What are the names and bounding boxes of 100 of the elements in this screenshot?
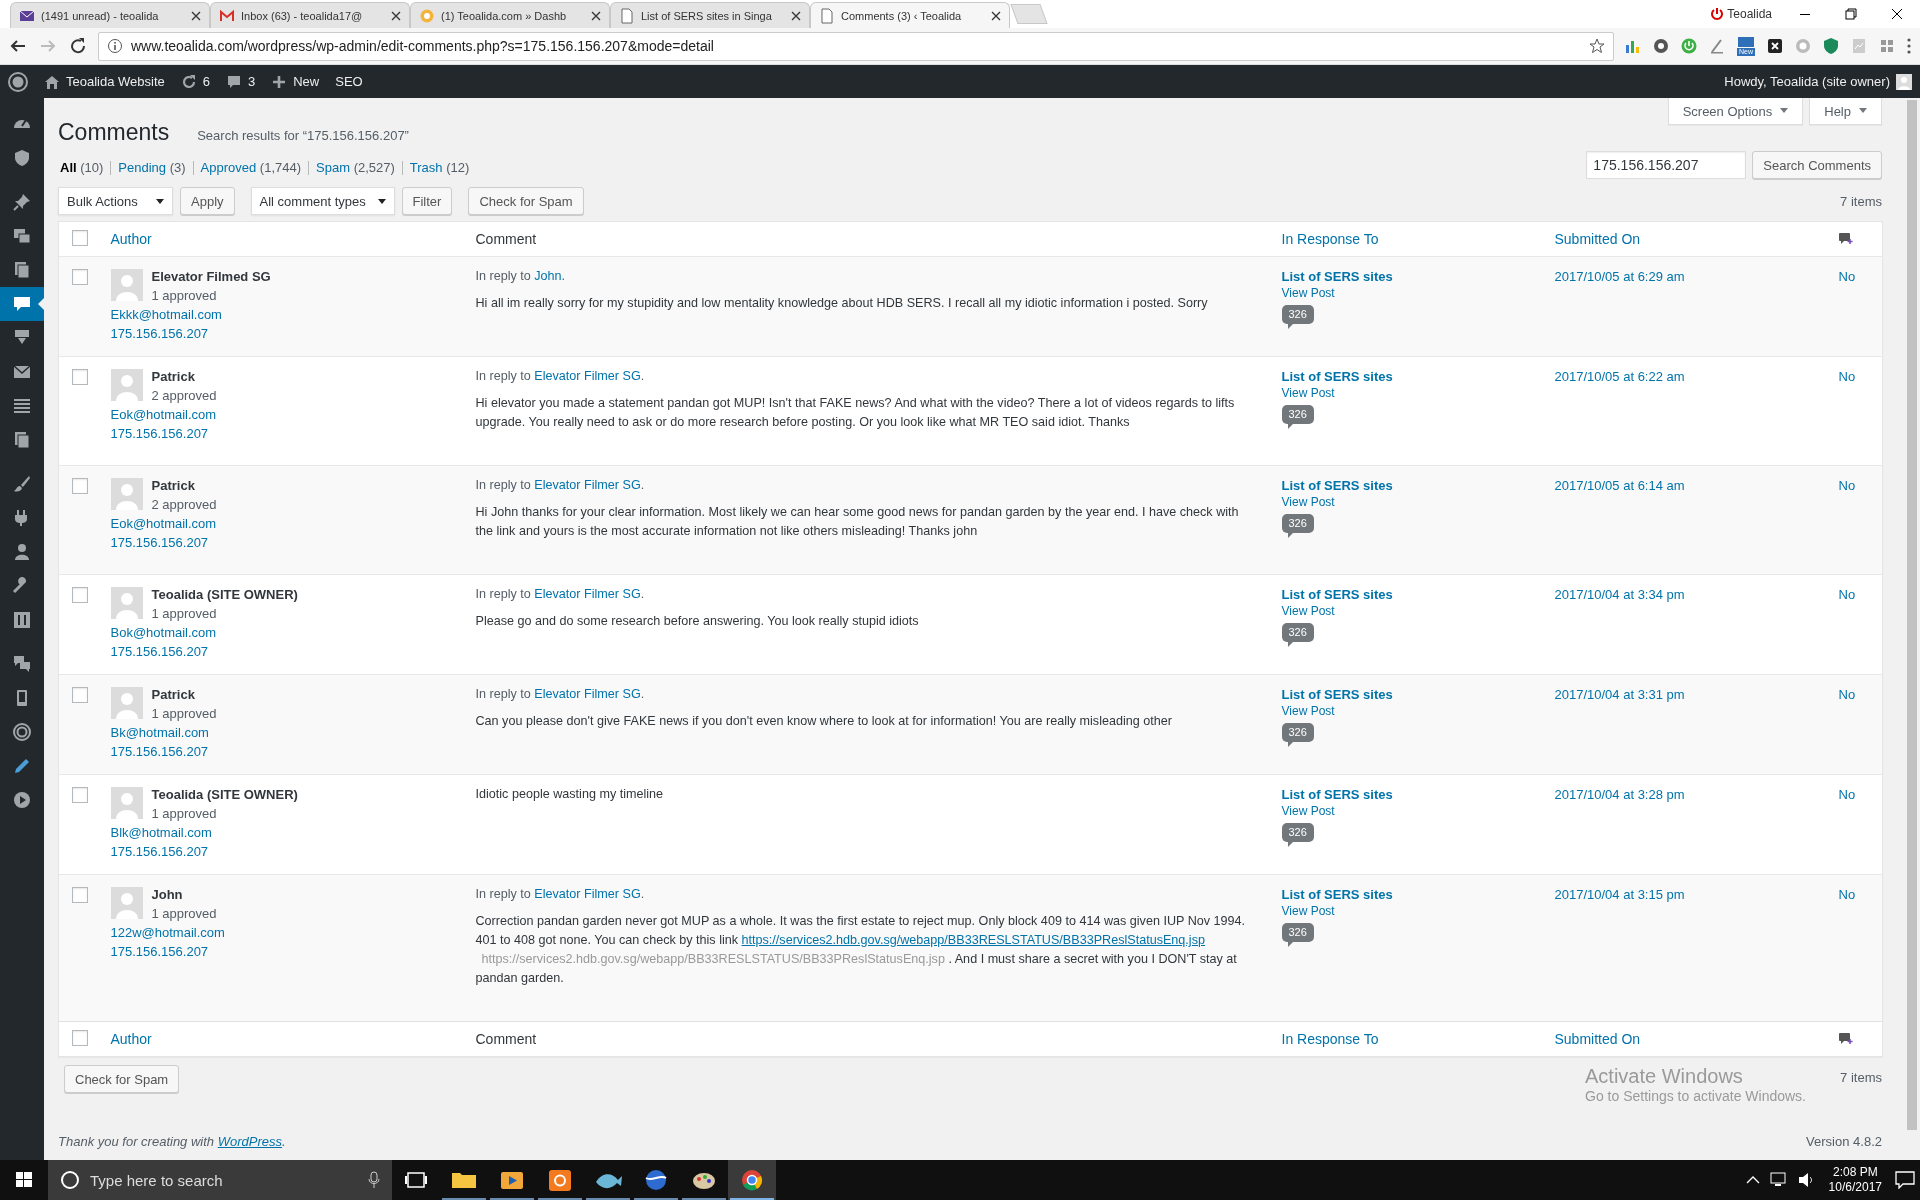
address-bar[interactable]: www.teoalida.com/wordpress/wp-admin/edit-comments.php?s=175.156.156.207&mode=detail <box>98 31 1614 61</box>
filter-link[interactable]: Approved (1,744) <box>192 161 309 175</box>
power-icon[interactable] <box>1680 37 1698 55</box>
reply-link[interactable]: Elevator Filmer SG <box>534 587 641 601</box>
close-icon[interactable] <box>191 10 201 21</box>
select-all-checkbox[interactable] <box>71 1030 88 1046</box>
browser-tab[interactable]: Comments (3) ‹ Teoalida <box>810 2 1010 28</box>
view-post-link[interactable]: View Post <box>1281 804 1535 818</box>
date-link[interactable]: 2017/10/05 at 6:14 am <box>1554 478 1685 493</box>
status-link[interactable]: No <box>1838 369 1856 384</box>
column-header[interactable]: In Response To <box>1281 231 1379 247</box>
close-icon[interactable] <box>791 10 801 21</box>
author-email[interactable]: Bok@hotmail.com <box>110 623 456 642</box>
date-link[interactable]: 2017/10/04 at 3:31 pm <box>1554 687 1685 702</box>
post-link[interactable]: List of SERS sites <box>1281 785 1535 804</box>
column-header[interactable]: Author <box>110 231 152 247</box>
status-link[interactable]: No <box>1838 269 1856 284</box>
view-post-link[interactable]: View Post <box>1281 704 1535 718</box>
column-header[interactable]: Submitted On <box>1554 231 1641 247</box>
comment-type-dropdown[interactable]: All comment types <box>250 187 395 215</box>
date-link[interactable]: 2017/10/04 at 3:28 pm <box>1554 787 1685 802</box>
date-link[interactable]: 2017/10/05 at 6:22 am <box>1554 369 1685 384</box>
browser-tab[interactable]: (1491 unread) - teoalida <box>10 2 210 28</box>
reply-link[interactable]: Elevator Filmer SG <box>534 887 641 901</box>
bulk-actions-dropdown[interactable]: Bulk Actions <box>58 187 173 215</box>
author-email[interactable]: Ekkk@hotmail.com <box>110 305 456 324</box>
reply-link[interactable]: Elevator Filmer SG <box>534 369 641 383</box>
date-link[interactable]: 2017/10/05 at 6:29 am <box>1554 269 1685 284</box>
view-post-link[interactable]: View Post <box>1281 495 1535 509</box>
site-link[interactable]: Teoalida Website <box>44 73 165 90</box>
sidebar-item[interactable] <box>0 287 44 321</box>
view-post-link[interactable]: View Post <box>1281 604 1535 618</box>
reply-link[interactable]: John. <box>534 269 566 283</box>
reply-link[interactable]: Elevator Filmer SG <box>534 687 641 701</box>
author-email[interactable]: Eok@hotmail.com <box>110 405 456 424</box>
caret-up-icon[interactable] <box>1745 1175 1760 1185</box>
pen-icon[interactable] <box>1708 37 1726 55</box>
profile-button[interactable]: Teoalida <box>1711 7 1772 21</box>
close-icon[interactable] <box>591 10 601 21</box>
clock[interactable]: 2:08 PM 10/6/2017 <box>1828 1165 1882 1195</box>
reload-icon[interactable] <box>68 36 88 56</box>
browser-tab[interactable]: List of SERS sites in Singa <box>610 2 810 28</box>
network-icon[interactable] <box>1769 1172 1788 1188</box>
logo-icon[interactable] <box>8 71 28 92</box>
row-checkbox[interactable] <box>71 887 88 903</box>
grid-icon[interactable] <box>1878 37 1896 55</box>
check-spam-button[interactable]: Check for Spam <box>468 187 584 215</box>
author-ip[interactable]: 175.156.156.207 <box>110 942 456 961</box>
close-icon[interactable] <box>391 10 401 21</box>
screen-meta-tab[interactable]: Help <box>1809 98 1882 125</box>
status-link[interactable]: No <box>1838 687 1856 702</box>
author-ip[interactable]: 175.156.156.207 <box>110 842 456 861</box>
column-header[interactable]: In Response To <box>1281 1031 1379 1047</box>
browser-tab[interactable]: Inbox (63) - teoalida17@ <box>210 2 410 28</box>
status-link[interactable]: No <box>1838 887 1856 902</box>
new-link[interactable]: New <box>271 73 320 90</box>
post-link[interactable]: List of SERS sites <box>1281 585 1535 604</box>
author-ip[interactable]: 175.156.156.207 <box>110 533 456 552</box>
date-link[interactable]: 2017/10/04 at 3:34 pm <box>1554 587 1685 602</box>
author-ip[interactable]: 175.156.156.207 <box>110 642 456 661</box>
author-email[interactable]: Eok@hotmail.com <box>110 514 456 533</box>
filter-button[interactable]: Filter <box>401 187 453 215</box>
row-checkbox[interactable] <box>71 687 88 703</box>
post-link[interactable]: List of SERS sites <box>1281 267 1535 286</box>
wordpress-link[interactable]: WordPress <box>217 1133 282 1149</box>
search-field[interactable]: 175.156.156.207 <box>1586 151 1747 179</box>
browser-tab[interactable]: (1) Teoalida.com » Dashb <box>410 2 610 28</box>
author-email[interactable]: 122w@hotmail.com <box>110 923 456 942</box>
select-all-checkbox[interactable] <box>71 230 88 246</box>
author-ip[interactable]: 175.156.156.207 <box>110 742 456 761</box>
view-post-link[interactable]: View Post <box>1281 286 1535 300</box>
account-menu[interactable]: Howdy, Teoalida (site owner) <box>1724 73 1912 90</box>
post-link[interactable]: List of SERS sites <box>1281 476 1535 495</box>
filter-link[interactable]: Spam (2,527) <box>308 161 402 175</box>
author-ip[interactable]: 175.156.156.207 <box>110 324 456 343</box>
menu-icon[interactable] <box>1906 37 1912 55</box>
author-email[interactable]: Bk@hotmail.com <box>110 723 456 742</box>
post-link[interactable]: List of SERS sites <box>1281 685 1535 704</box>
date-link[interactable]: 2017/10/04 at 3:15 pm <box>1554 887 1685 902</box>
author-ip[interactable]: 175.156.156.207 <box>110 424 456 443</box>
filter-link[interactable]: Pending (3) <box>110 161 193 175</box>
status-link[interactable]: No <box>1838 478 1856 493</box>
row-checkbox[interactable] <box>71 787 88 803</box>
column-header[interactable]: Submitted On <box>1554 1031 1641 1047</box>
author-email[interactable]: Blk@hotmail.com <box>110 823 456 842</box>
comments-link[interactable]: 3 <box>226 73 256 90</box>
row-checkbox[interactable] <box>71 369 88 385</box>
star-icon[interactable] <box>1589 38 1605 54</box>
shield-icon[interactable] <box>1822 37 1840 55</box>
column-header[interactable]: Author <box>110 1031 152 1047</box>
row-checkbox[interactable] <box>71 269 88 285</box>
status-link[interactable]: No <box>1838 587 1856 602</box>
view-post-link[interactable]: View Post <box>1281 386 1535 400</box>
row-checkbox[interactable] <box>71 478 88 494</box>
status-link[interactable]: No <box>1838 787 1856 802</box>
filter-link[interactable]: All (10) <box>58 161 111 175</box>
search-field[interactable]: Type here to search <box>48 1160 392 1200</box>
post-link[interactable]: List of SERS sites <box>1281 885 1535 904</box>
reply-link[interactable]: Elevator Filmer SG <box>534 478 641 492</box>
post-link[interactable]: List of SERS sites <box>1281 367 1535 386</box>
